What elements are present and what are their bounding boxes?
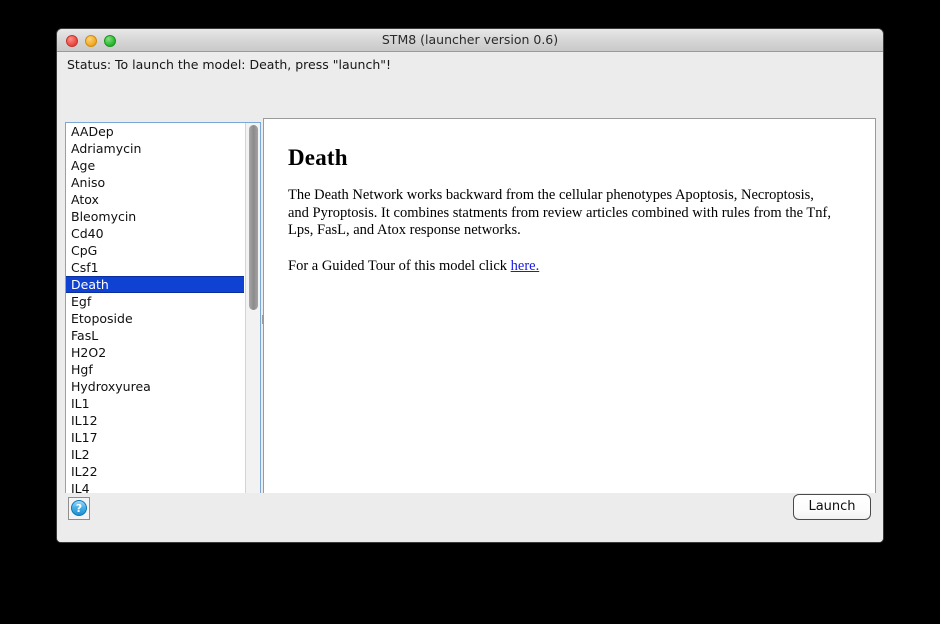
model-list-item[interactable]: Aniso	[66, 174, 244, 191]
model-list-item[interactable]: FasL	[66, 327, 244, 344]
model-list-scrollbar-thumb[interactable]	[249, 125, 258, 310]
model-list-item[interactable]: AADep	[66, 123, 244, 140]
model-list-item[interactable]: Csf1	[66, 259, 244, 276]
model-list-item[interactable]: IL12	[66, 412, 244, 429]
help-glyph: ?	[75, 502, 83, 515]
model-list-item[interactable]: CpG	[66, 242, 244, 259]
model-list-item[interactable]: IL2	[66, 446, 244, 463]
model-list-item[interactable]: H2O2	[66, 344, 244, 361]
help-question-icon: ?	[71, 500, 87, 516]
model-list-item[interactable]: Etoposide	[66, 310, 244, 327]
model-list-item[interactable]: Atox	[66, 191, 244, 208]
model-detail-title: Death	[288, 145, 348, 170]
model-list-item[interactable]: IL1	[66, 395, 244, 412]
model-list-item[interactable]: Death	[66, 276, 244, 293]
content-area: AADep Adriamycin Age Aniso Atox Bleomycin Cd40…	[57, 78, 883, 542]
model-list-item[interactable]: Hydroxyurea	[66, 378, 244, 395]
window-title: STM8 (launcher version 0.6)	[381, 32, 559, 47]
model-list-item[interactable]: IL22	[66, 463, 244, 480]
launch-button[interactable]: Launch	[793, 494, 871, 520]
model-list-scrollbar[interactable]	[245, 123, 260, 513]
help-button[interactable]: ?	[68, 497, 90, 520]
model-list-item[interactable]: Hgf	[66, 361, 244, 378]
guided-tour-text: For a Guided Tour of this model click	[288, 258, 511, 275]
application-window: STM8 (launcher version 0.6) Status: To l…	[56, 28, 884, 543]
bottom-bar: ? Launch	[57, 493, 883, 542]
model-list-item[interactable]: Egf	[66, 293, 244, 310]
model-list-panel[interactable]: AADep Adriamycin Age Aniso Atox Bleomycin Cd40…	[65, 122, 261, 514]
model-list-item[interactable]: Bleomycin	[66, 208, 244, 225]
model-list-item[interactable]: Age	[66, 157, 244, 174]
model-detail-panel: Death The Death Network works backward f…	[263, 118, 876, 514]
model-list-item[interactable]: Cd40	[66, 225, 244, 242]
model-list-item[interactable]: Adriamycin	[66, 140, 244, 157]
status-bar: Status: To launch the model: Death, pres…	[57, 52, 883, 78]
model-list-item[interactable]: IL17	[66, 429, 244, 446]
model-list[interactable]: AADep Adriamycin Age Aniso Atox Bleomycin Cd40…	[66, 123, 244, 513]
title-bar: STM8 (launcher version 0.6)	[57, 29, 883, 52]
model-detail-description: The Death Network works backward from th…	[288, 187, 831, 239]
guided-tour-link[interactable]: here.	[511, 258, 540, 274]
guided-tour-line: For a Guided Tour of this model click he…	[288, 258, 851, 275]
